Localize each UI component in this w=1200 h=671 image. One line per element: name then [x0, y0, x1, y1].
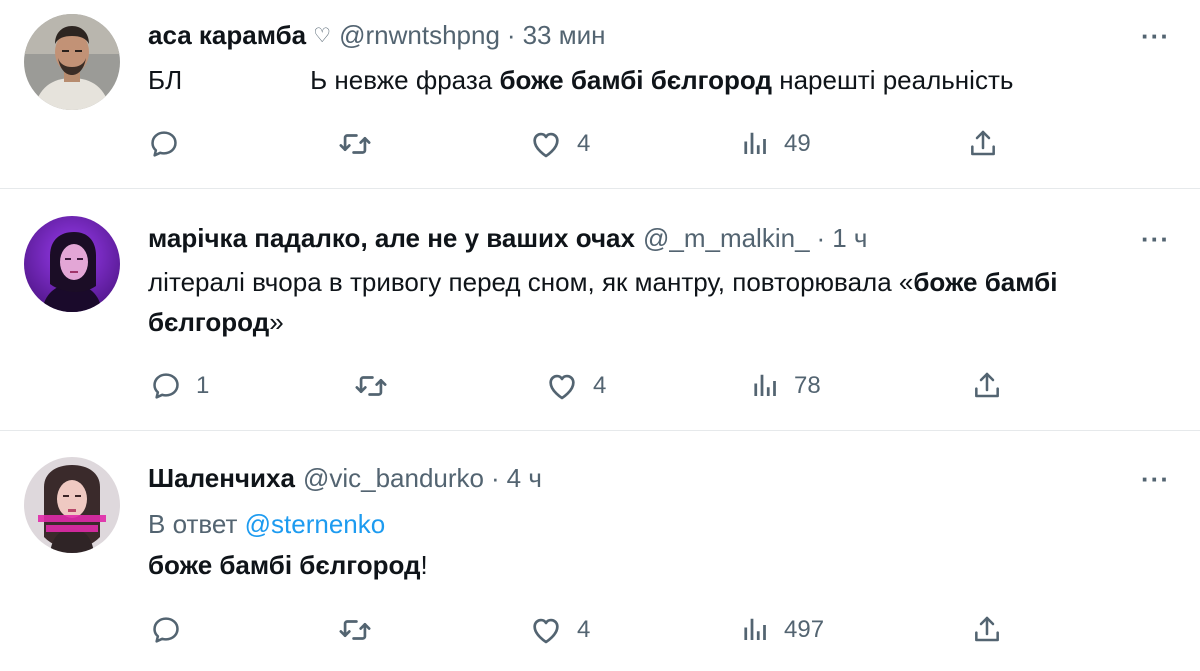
more-options-icon[interactable]: ··· [1141, 23, 1170, 49]
separator: · [816, 222, 826, 253]
retweet-icon [354, 369, 388, 403]
reply-prefix: В ответ [148, 509, 245, 539]
reply-icon [150, 370, 182, 402]
views-button[interactable]: 49 [740, 124, 811, 164]
tweet-text-part: літералі вчора в тривогу перед сном, як … [148, 267, 914, 297]
tweet-text-part: » [269, 307, 284, 337]
avatar[interactable] [24, 14, 120, 110]
replying-to: В ответ @sternenko [148, 509, 385, 540]
share-icon [971, 614, 1003, 646]
reply-icon [150, 614, 182, 646]
more-options-icon[interactable]: ··· [1141, 226, 1170, 252]
tweet-text-part: нарешті реальність [771, 65, 1014, 95]
heart-outline-icon: ♡ [313, 24, 332, 47]
share-icon [971, 370, 1003, 402]
tweet-text: літералі вчора в тривогу перед сном, як … [148, 262, 1120, 342]
separator: · [506, 19, 516, 50]
author-name[interactable]: Шаленчиха [148, 463, 295, 494]
views-icon [750, 371, 780, 401]
like-button[interactable]: 4 [529, 124, 590, 164]
views-icon [740, 129, 770, 159]
views-count: 49 [784, 130, 811, 157]
timestamp[interactable]: 4 ч [507, 463, 542, 494]
tweet[interactable]: аса карамба ♡ @rnwntshpng · 33 мин ··· Б… [0, 0, 1200, 188]
author-name[interactable]: аса карамба [148, 20, 306, 51]
like-count: 4 [577, 130, 591, 157]
mention-link[interactable]: @sternenko [245, 509, 386, 539]
author-handle[interactable]: @rnwntshpng [339, 20, 500, 51]
tweet-header: аса карамба ♡ @rnwntshpng · 33 мин [148, 18, 605, 52]
reply-button[interactable]: 1 [150, 366, 209, 406]
timestamp[interactable]: 33 мин [523, 20, 606, 51]
reply-count: 1 [196, 372, 210, 399]
retweet-button[interactable] [354, 366, 402, 406]
tweet[interactable]: марічка падалко, але не у ваших очах @_m… [0, 189, 1200, 430]
share-button[interactable] [971, 610, 1003, 650]
views-button[interactable]: 78 [750, 366, 821, 406]
views-button[interactable]: 497 [740, 610, 824, 650]
like-count: 4 [577, 616, 591, 643]
like-button[interactable]: 4 [529, 610, 590, 650]
like-icon [545, 369, 579, 403]
tweet-header: Шаленчиха @vic_bandurko · 4 ч [148, 461, 542, 495]
tweet-text-bold: боже бамбі бєлгород [499, 65, 772, 95]
author-name[interactable]: марічка падалко, але не у ваших очах [148, 223, 635, 254]
views-count: 78 [794, 372, 821, 399]
timestamp[interactable]: 1 ч [832, 223, 867, 254]
tweet-text-part: Ь невже фраза [310, 65, 500, 95]
tweet[interactable]: Шаленчиха @vic_bandurko · 4 ч ··· В отве… [0, 431, 1200, 671]
author-handle[interactable]: @vic_bandurko [303, 463, 484, 494]
share-button[interactable] [971, 366, 1003, 406]
like-button[interactable]: 4 [545, 366, 606, 406]
like-icon [529, 613, 563, 647]
tweet-text-part: БЛ [148, 65, 183, 95]
like-icon [529, 127, 563, 161]
separator: · [491, 462, 500, 493]
tweet-text-part: ! [420, 550, 428, 580]
avatar[interactable] [24, 216, 120, 312]
action-bar: 1 4 78 [0, 366, 1200, 406]
like-count: 4 [593, 372, 607, 399]
retweet-button[interactable] [338, 610, 386, 650]
action-bar: 4 49 [0, 124, 1200, 164]
views-icon [740, 615, 770, 645]
avatar[interactable] [24, 457, 120, 553]
reply-button[interactable] [150, 610, 196, 650]
reply-icon [148, 128, 180, 160]
author-handle[interactable]: @_m_malkin_ [643, 223, 810, 254]
share-button[interactable] [967, 124, 999, 164]
retweet-icon [338, 127, 372, 161]
more-options-icon[interactable]: ··· [1141, 466, 1170, 492]
retweet-icon [338, 613, 372, 647]
reply-button[interactable] [148, 124, 194, 164]
retweet-button[interactable] [338, 124, 386, 164]
share-icon [967, 128, 999, 160]
tweet-text-bold: боже бамбі бєлгород [148, 550, 421, 580]
views-count: 497 [784, 616, 825, 643]
tweet-text: БЛ Ь невже фраза боже бамбі бєлгород наре… [148, 60, 1120, 100]
action-bar: 4 497 [0, 610, 1200, 650]
tweet-text: боже бамбі бєлгород! [148, 545, 1120, 585]
tweet-header: марічка падалко, але не у ваших очах @_m… [148, 221, 867, 255]
